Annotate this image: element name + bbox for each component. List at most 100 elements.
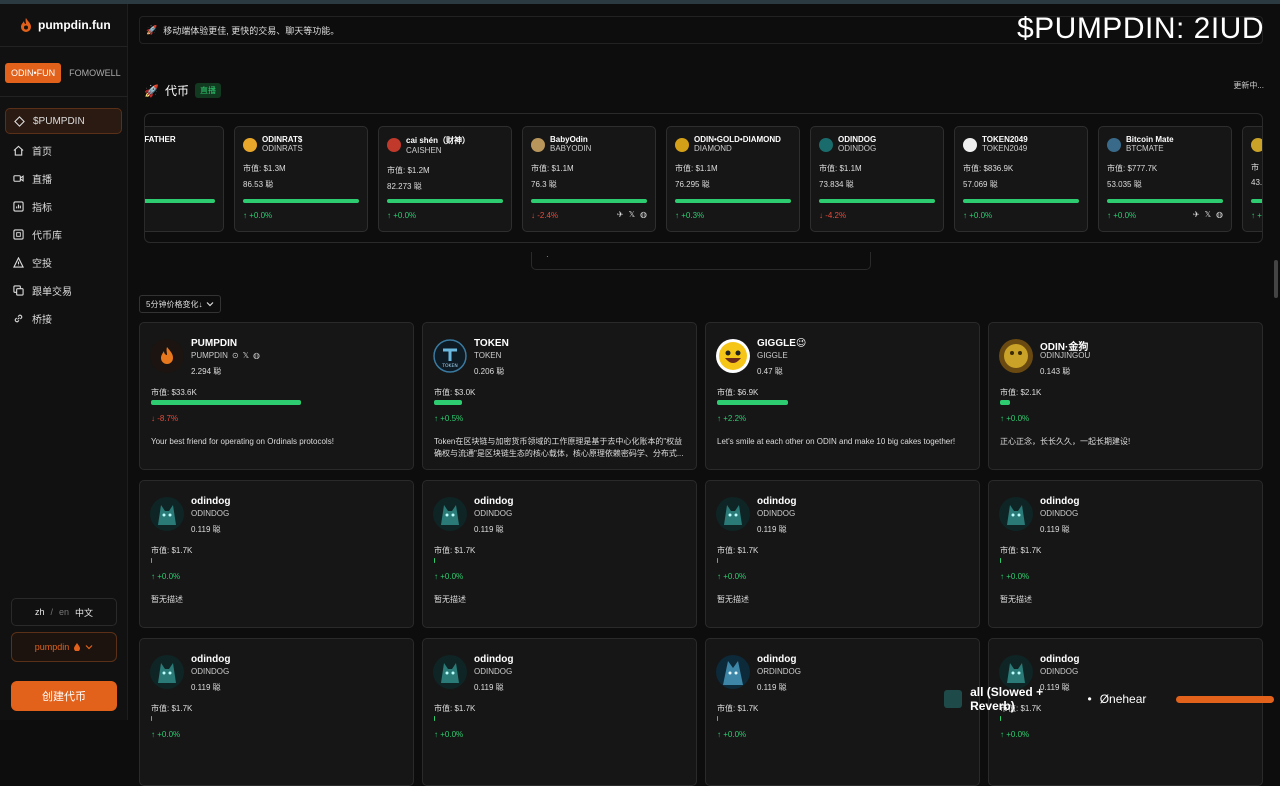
bonding-progress-bar [434, 400, 462, 405]
telegram-icon[interactable]: ✈ [1193, 210, 1200, 219]
progress-bar [819, 199, 935, 203]
price-change: ↑ +0.0% [243, 211, 273, 220]
token-name: odindog [757, 654, 797, 665]
price-change: ↑ + [1251, 211, 1262, 220]
overlay-title: $PUMPDIN: 2IUD [1016, 12, 1264, 45]
token-ticker: TOKEN2049 [982, 144, 1028, 153]
progress-bar [243, 199, 359, 203]
carousel-token-card[interactable]: cai shén（财神） CAISHEN 市值: $1.2M 82.273 聪 … [378, 126, 512, 232]
token-ticker-row: ODINDOG [191, 509, 229, 518]
x-icon[interactable]: 𝕏 [243, 351, 249, 360]
sidebar-item-label: 桥接 [32, 314, 52, 326]
token-ticker-row: ODINDOG [191, 667, 229, 676]
token-avatar: TOKEN [433, 339, 467, 373]
music-player[interactable]: all (Slowed + Reverb) • Ønehear [944, 685, 1274, 713]
tab-fomowell[interactable]: FOMOWELL [63, 63, 127, 83]
token-card[interactable]: odindog ODINDOG 0.119 聪 市值: $1.7K ↑ +0.0… [705, 480, 980, 628]
logo-text: pumpdin.fun [38, 18, 111, 32]
market-cap: 市值: $1.7K [717, 704, 759, 713]
sidebar-item-pumpdin[interactable]: $PUMPDIN [5, 108, 122, 134]
token-ticker: BABYODIN [550, 144, 592, 153]
home-icon [13, 145, 24, 156]
lang-en[interactable]: en [59, 607, 69, 617]
token-card[interactable]: odindog ODINDOG 0.119 聪 市值: $1.7K ↑ +0.0… [139, 638, 414, 786]
carousel-token-card[interactable]: TOKEN2049 TOKEN2049 市值: $836.9K 57.069 聪… [954, 126, 1088, 232]
sidebar: pumpdin.fun ODIN•FUN FOMOWELL $PUMPDIN 首… [0, 4, 128, 720]
sidebar-item-metrics[interactable]: 指标 [5, 192, 122, 220]
x-icon[interactable]: 𝕏 [629, 210, 635, 219]
token-ticker-row: ODINJINGOU [1040, 351, 1090, 360]
page-scrollbar[interactable] [1274, 260, 1278, 298]
progress-bar [675, 199, 791, 203]
price-change: ↑ +0.5% [434, 414, 464, 423]
lang-separator: / [50, 607, 53, 617]
market-cap: 市值: $1.1M [675, 164, 718, 173]
create-token-button[interactable]: 创建代币 [11, 681, 117, 711]
sidebar-item-bridge[interactable]: 桥接 [5, 304, 122, 332]
carousel-token-card[interactable]: 市 43.5 ↑ + [1242, 126, 1262, 232]
token-name: odindog [191, 496, 231, 507]
token-avatar [716, 497, 750, 531]
diamond-icon [14, 115, 25, 127]
token-card[interactable]: odindog ODINDOG 0.119 聪 市值: $1.7K ↑ +0.0… [422, 638, 697, 786]
carousel-token-card[interactable]: Bitcoin Mate BTCMATE 市值: $777.7K 53.035 … [1098, 126, 1232, 232]
token-card[interactable]: GIGGLE😉 GIGGLE 0.47 聪 市值: $6.9K ↑ +2.2% … [705, 322, 980, 470]
token-avatar [999, 497, 1033, 531]
holders: 0.119 聪 [191, 525, 221, 534]
token-ticker-row: ORDINDOG [757, 667, 801, 676]
updating-status: 更新中... [1233, 81, 1264, 90]
x-icon[interactable]: 𝕏 [1205, 210, 1211, 219]
tab-odin-fun[interactable]: ODIN•FUN [5, 63, 62, 83]
carousel-token-card[interactable]: ODIN•GOLD•DIAMOND DIAMOND 市值: $1.1M 76.2… [666, 126, 800, 232]
lang-zh[interactable]: zh [35, 607, 45, 617]
trending-carousel[interactable]: N GODFATHER ODINRAT$ ODINRATS 市值: $1.3M … [144, 113, 1263, 243]
token-card[interactable]: odindog ODINDOG 0.119 聪 市值: $1.7K ↑ +0.0… [988, 480, 1263, 628]
sidebar-item-label: 跟单交易 [32, 286, 72, 298]
sidebar-item-library[interactable]: 代币库 [5, 220, 122, 248]
globe-icon[interactable]: ◍ [253, 351, 260, 360]
globe-icon[interactable]: ◍ [1216, 210, 1223, 219]
sidebar-nav: $PUMPDIN 首页 直播 指标 代币库 空投 跟单交易 桥接 [5, 108, 122, 332]
price-change: ↑ +0.0% [1000, 414, 1030, 423]
token-name: BabyOdin [550, 135, 588, 144]
token-card[interactable]: ODIN·金狗 ODINJINGOU 0.143 聪 市值: $2.1K ↑ +… [988, 322, 1263, 470]
announcement-text: 移动端体验更佳, 更快的交易、聊天等功能。 [163, 25, 340, 36]
token-ticker: ODINDOG [191, 667, 230, 676]
flame-logo-icon [21, 18, 31, 32]
track-title: all (Slowed + Reverb) [970, 685, 1044, 713]
rocket-icon: 🚀 [144, 83, 159, 98]
sidebar-item-airdrop[interactable]: 空投 [5, 248, 122, 276]
sidebar-item-live[interactable]: 直播 [5, 164, 122, 192]
token-card[interactable]: odindog ORDINDOG 0.119 聪 市值: $1.7K ↑ +0.… [705, 638, 980, 786]
sidebar-item-home[interactable]: 首页 [5, 136, 122, 164]
carousel-token-card[interactable]: ODINDOG ODINDOG 市值: $1.1M 73.834 聪 ↓ -4.… [810, 126, 944, 232]
carousel-token-card[interactable]: N GODFATHER [144, 126, 224, 232]
token-card[interactable]: odindog ODINDOG 0.119 聪 市值: $1.7K ↑ +0.0… [422, 480, 697, 628]
price-change: ↑ +0.0% [1000, 572, 1030, 581]
telegram-icon[interactable]: ✈ [617, 210, 624, 219]
token-ticker: ODINDOG [191, 509, 230, 518]
token-name: N GODFATHER [144, 135, 176, 144]
globe-icon[interactable]: ◍ [640, 210, 647, 219]
token-ticker-row: GIGGLE [757, 351, 788, 360]
library-icon [13, 228, 24, 240]
token-name: odindog [757, 496, 797, 507]
user-menu-button[interactable]: pumpdin [11, 632, 117, 662]
sidebar-item-copy-trade[interactable]: 跟单交易 [5, 276, 122, 304]
token-ticker-row: ODINDOG [474, 667, 512, 676]
sidebar-item-label: 直播 [32, 174, 52, 186]
track-progress-bar[interactable] [1176, 695, 1274, 703]
market-cap: 市值: $1.7K [1000, 546, 1042, 555]
token-card[interactable]: TOKEN TOKEN TOKEN 0.206 聪 市值: $3.0K ↑ +0… [422, 322, 697, 470]
divider [0, 46, 128, 47]
token-ticker-row: ODINDOG [474, 509, 512, 518]
logo[interactable]: pumpdin.fun [20, 18, 111, 32]
token-icon [1107, 138, 1121, 152]
sort-filter-dropdown[interactable]: 5分钟价格变化↓ [139, 295, 222, 313]
language-switcher[interactable]: zh / en 中文 [11, 598, 117, 626]
carousel-token-card[interactable]: BabyOdin BABYODIN 市值: $1.1M 76.3 聪 ↓ -2.… [522, 126, 656, 232]
token-card[interactable]: odindog ODINDOG 0.119 聪 市值: $1.7K ↑ +0.0… [139, 480, 414, 628]
token-card[interactable]: PUMPDIN PUMPDIN ⊙ 𝕏 ◍ 2.294 聪 市值: $33.6K ↓… [139, 322, 414, 470]
carousel-token-card[interactable]: ODINRAT$ ODINRATS 市值: $1.3M 86.53 聪 ↑ +0… [234, 126, 368, 232]
carousel-scroll-indicator[interactable]: · [531, 252, 871, 270]
